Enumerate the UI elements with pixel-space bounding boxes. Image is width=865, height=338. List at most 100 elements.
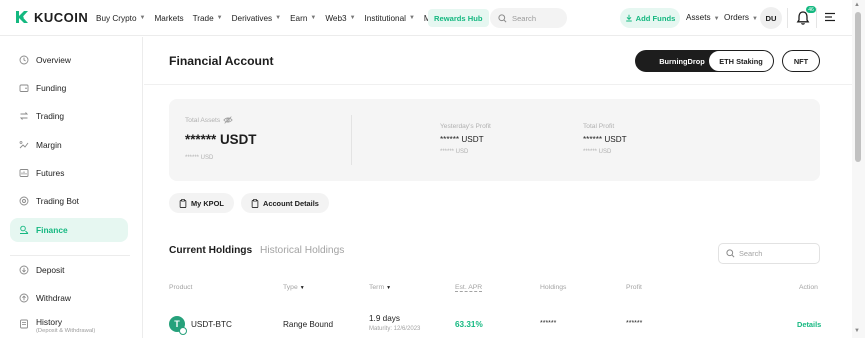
sidebar-item-futures[interactable]: Futures [10,161,128,185]
scrollbar-thumb[interactable] [855,12,861,162]
sort-down-icon: ▼ [299,284,305,291]
row-profit: ****** [626,320,643,327]
eth-staking-button[interactable]: ETH Staking [708,50,774,72]
nav-buy-crypto[interactable]: Buy Crypto ▼ [96,14,145,23]
column-header-holdings: Holdings [540,284,566,291]
scroll-down-icon[interactable]: ▼ [854,328,860,334]
account-details-button[interactable]: Account Details [241,193,329,213]
sidebar-item-finance[interactable]: Finance [10,218,128,242]
top-navigation-bar: KUCOIN Buy Crypto ▼ Markets Trade ▼ Deriva… [0,0,865,36]
bot-icon [19,196,29,206]
eye-slash-icon[interactable] [223,116,233,124]
nft-button[interactable]: NFT [782,50,820,72]
clipboard-icon [179,198,187,208]
chevron-down-icon: ▼ [752,16,758,22]
scroll-up-icon[interactable]: ▲ [854,2,860,8]
sidebar-item-label: Overview [36,55,71,65]
sidebar-item-trading-bot[interactable]: Trading Bot [10,189,128,213]
nav-derivatives[interactable]: Derivatives ▼ [232,14,281,23]
sidebar-item-funding[interactable]: Funding [10,76,128,100]
nav-markets[interactable]: Markets [154,14,183,23]
sidebar-item-trading[interactable]: Trading [10,104,128,128]
divider [816,8,817,28]
nav-web3[interactable]: Web3 ▼ [325,14,355,23]
btc-coin-icon [179,327,187,335]
nav-earn[interactable]: Earn ▼ [290,14,316,23]
row-term: 1.9 days [369,314,400,323]
orders-label: Orders [724,13,750,22]
column-label: Term [369,284,385,291]
total-assets-usd: ****** USD [185,155,214,161]
column-label: Holdings [540,284,567,291]
summary-divider [351,115,352,165]
download-icon [625,14,632,22]
rewards-hub-button[interactable]: Rewards Hub [428,9,489,27]
column-header-term[interactable]: Term ▼ [369,284,391,291]
divider [787,8,788,28]
avatar[interactable]: DU [760,7,782,29]
row-apr: 63.31% [455,320,483,329]
chevron-down-icon: ▼ [216,15,223,21]
nav-trade[interactable]: Trade ▼ [193,14,223,23]
menu-icon[interactable] [824,12,836,22]
wallet-icon [19,84,29,92]
nav-institutional[interactable]: Institutional ▼ [365,14,415,23]
column-header-type[interactable]: Type ▼ [283,284,305,291]
column-label: Action [799,284,818,291]
nav-label: Trade [192,13,214,23]
clipboard-icon [251,198,259,208]
sidebar-item-overview[interactable]: Overview [10,48,128,72]
sidebar-item-label: Trading Bot [36,196,79,206]
chevron-down-icon: ▼ [349,15,356,21]
chevron-down-icon: ▼ [713,16,720,22]
search-input[interactable]: Search [490,8,567,28]
sidebar-history-group: History (Deposit & Withdrawal) [36,317,95,334]
sidebar-item-withdraw[interactable]: Withdraw [10,286,128,310]
assets-summary-card: Total Assets ****** USDT ****** USD Yest… [169,99,820,181]
my-kpol-button[interactable]: My KPOL [169,193,234,213]
orders-menu[interactable]: Orders ▼ [724,13,758,22]
sidebar-item-history[interactable]: History (Deposit & Withdrawal) [10,315,128,338]
main-menu: Buy Crypto ▼ Markets Trade ▼ Derivatives ▼ … [96,0,461,36]
kucoin-logo-icon [16,11,28,23]
chevron-down-icon: ▼ [408,15,415,21]
kucoin-logo[interactable]: KUCOIN [14,9,88,25]
tab-historical-holdings[interactable]: Historical Holdings [260,245,344,256]
account-details-label: Account Details [263,198,319,208]
history-icon [20,319,28,329]
trading-icon [19,112,29,120]
column-label: Type [283,284,298,291]
nav-label: Institutional [364,13,406,23]
header-divider [144,84,852,85]
details-link[interactable]: Details [797,320,821,329]
sort-down-icon: ▼ [386,284,392,291]
chevron-down-icon: ▼ [139,15,146,21]
sidebar-item-label: Withdraw [36,293,71,303]
search-placeholder: Search [739,249,763,258]
holdings-search-input[interactable]: Search [718,243,820,264]
add-funds-button[interactable]: Add Funds [620,8,680,28]
sidebar-item-margin[interactable]: Margin [10,133,128,157]
total-assets-label: Total Assets [185,116,221,124]
total-assets-value: ****** USDT [185,132,257,147]
sidebar-item-label: Futures [36,168,65,178]
sidebar: Overview Funding Trading Margin Futures … [0,37,143,338]
sidebar-divider [10,255,130,256]
sidebar-item-label: Trading [36,111,65,121]
column-label: Est. APR [455,284,483,292]
total-assets-label-group: Total Assets [185,116,233,124]
futures-icon [19,169,29,177]
sidebar-item-label: Funding [36,83,67,93]
sidebar-item-deposit[interactable]: Deposit [10,258,128,282]
assets-menu[interactable]: Assets ▼ [686,13,720,22]
nav-label: Markets [154,13,184,23]
my-kpol-label: My KPOL [191,198,224,208]
tab-current-holdings[interactable]: Current Holdings [169,245,252,256]
column-label: Profit [626,284,642,291]
margin-icon [19,141,29,149]
row-holdings: ****** [540,320,557,327]
column-header-est-apr[interactable]: Est. APR [455,284,483,292]
chevron-down-icon: ▼ [275,15,282,21]
search-icon [726,249,735,258]
column-header-action: Action [799,284,818,291]
